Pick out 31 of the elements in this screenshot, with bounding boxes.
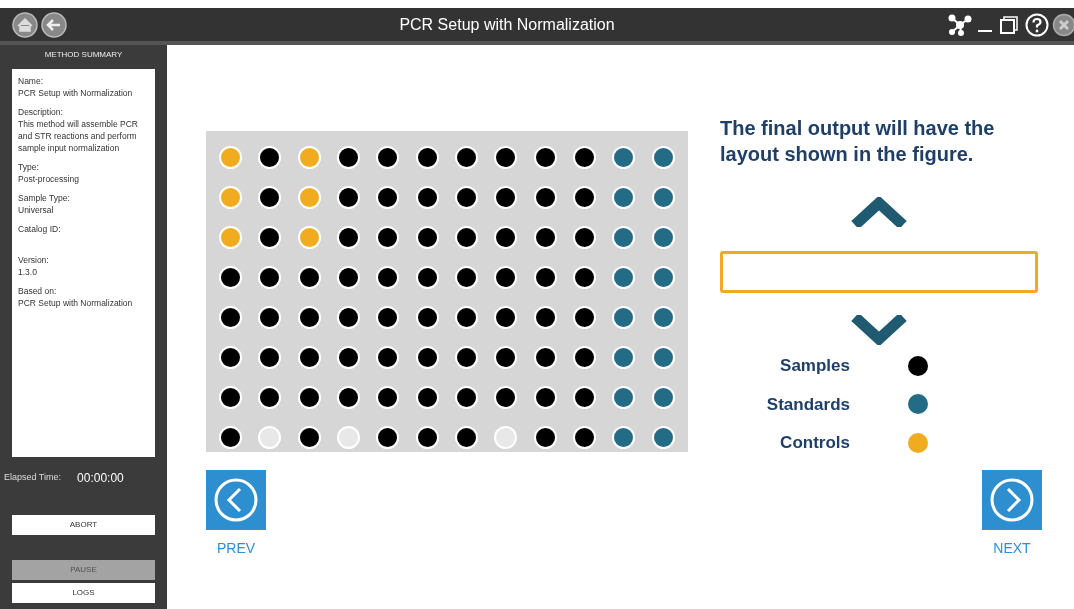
home-icon[interactable]	[12, 11, 38, 38]
field-value: Universal	[18, 204, 55, 216]
field-label: Type:	[18, 161, 40, 173]
field-label: Name:	[18, 75, 45, 87]
layout-heading: The final output will have the layout shown in the figure.	[720, 116, 996, 167]
chevron-up-icon[interactable]	[851, 197, 907, 227]
field-value: 1.3.0	[18, 266, 38, 278]
network-nodes-icon[interactable]	[947, 13, 973, 36]
legend-label: Samples	[779, 355, 850, 377]
field-label: Based on:	[18, 285, 58, 297]
elapsed-time: 00:00:00	[77, 470, 124, 487]
help-icon[interactable]	[1025, 12, 1049, 37]
sidebar-heading: METHOD SUMMARY	[43, 49, 124, 61]
field-label: Catalog ID:	[18, 223, 62, 235]
field-label: Sample Type:	[18, 192, 71, 204]
sidebar-button[interactable]: ABORT	[12, 515, 155, 535]
field-label: Description:	[18, 106, 64, 118]
field-value: PCR Setup with Normalization	[18, 87, 134, 99]
close-icon[interactable]	[1052, 12, 1074, 37]
legend-label: Controls	[779, 432, 850, 454]
window-title: PCR Setup with Normalization	[398, 14, 616, 35]
field-value: This method will assemble PCR and STR reactions and perform sample input normalization	[18, 118, 139, 154]
field-value: Post-processing	[18, 173, 80, 185]
field-label: Version:	[18, 254, 50, 266]
field-value: PCR Setup with Normalization	[18, 297, 134, 309]
elapsed-label: Elapsed Time:	[4, 471, 62, 485]
sidebar-button[interactable]: LOGS	[12, 583, 155, 603]
input-field[interactable]	[720, 251, 1038, 293]
legend-label: Standards	[765, 393, 850, 416]
restore-icon[interactable]	[999, 14, 1019, 35]
chevron-down-icon[interactable]	[851, 315, 907, 345]
